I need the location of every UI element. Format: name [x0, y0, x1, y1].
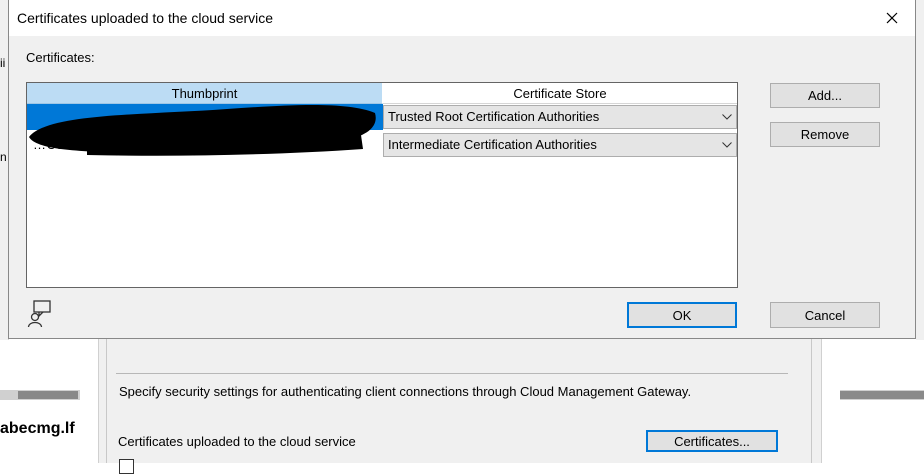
certificate-store-dropdown[interactable]: Trusted Root Certification Authorities — [383, 105, 737, 129]
close-icon — [886, 12, 898, 24]
add-button[interactable]: Add... — [770, 83, 880, 108]
background-scrollbar[interactable] — [0, 390, 80, 400]
remove-button[interactable]: Remove — [770, 122, 880, 147]
certificates-button[interactable]: Certificates... — [646, 430, 778, 452]
chevron-down-icon — [722, 114, 732, 120]
thumbprint-cell-selected[interactable] — [27, 104, 383, 130]
scrollbar-thumb[interactable] — [18, 391, 78, 399]
checkbox[interactable] — [119, 459, 134, 474]
dropdown-value: Trusted Root Certification Authorities — [388, 109, 600, 124]
scrollbar-thumb[interactable] — [840, 391, 924, 399]
close-button[interactable] — [869, 0, 915, 36]
feedback-button[interactable] — [27, 300, 53, 328]
user-feedback-icon — [27, 300, 51, 328]
certificates-grid[interactable]: Thumbprint Certificate Store …C84C2CAD7D… — [26, 82, 738, 288]
security-description: Specify security settings for authentica… — [119, 384, 692, 399]
dropdown-button[interactable] — [717, 134, 736, 156]
certificate-store-dropdown[interactable]: Intermediate Certification Authorities — [383, 133, 737, 157]
separator-line — [116, 373, 788, 374]
host-name-fragment: abecmg.lf — [0, 420, 75, 437]
dropdown-button[interactable] — [717, 106, 736, 128]
title-bar[interactable]: Certificates uploaded to the cloud servi… — [9, 0, 915, 36]
chevron-down-icon — [722, 142, 732, 148]
thumbprint-cell[interactable]: …C84C2CAD7D9E93… — [33, 137, 182, 152]
background-fragment-text: n — [0, 150, 7, 164]
certificates-dialog: Certificates uploaded to the cloud servi… — [8, 0, 916, 339]
column-header-certificate-store[interactable]: Certificate Store — [383, 83, 737, 104]
column-header-thumbprint[interactable]: Thumbprint — [27, 83, 383, 104]
ok-button[interactable]: OK — [627, 302, 737, 328]
background-fragment-text: ii — [0, 56, 6, 70]
certificates-uploaded-label: Certificates uploaded to the cloud servi… — [118, 434, 356, 449]
background-right-edge — [916, 0, 924, 340]
cancel-button[interactable]: Cancel — [770, 302, 880, 328]
dropdown-value: Intermediate Certification Authorities — [388, 137, 597, 152]
background-scrollbar[interactable] — [840, 390, 924, 400]
dialog-title: Certificates uploaded to the cloud servi… — [17, 10, 274, 26]
certificates-label: Certificates: — [26, 50, 95, 65]
